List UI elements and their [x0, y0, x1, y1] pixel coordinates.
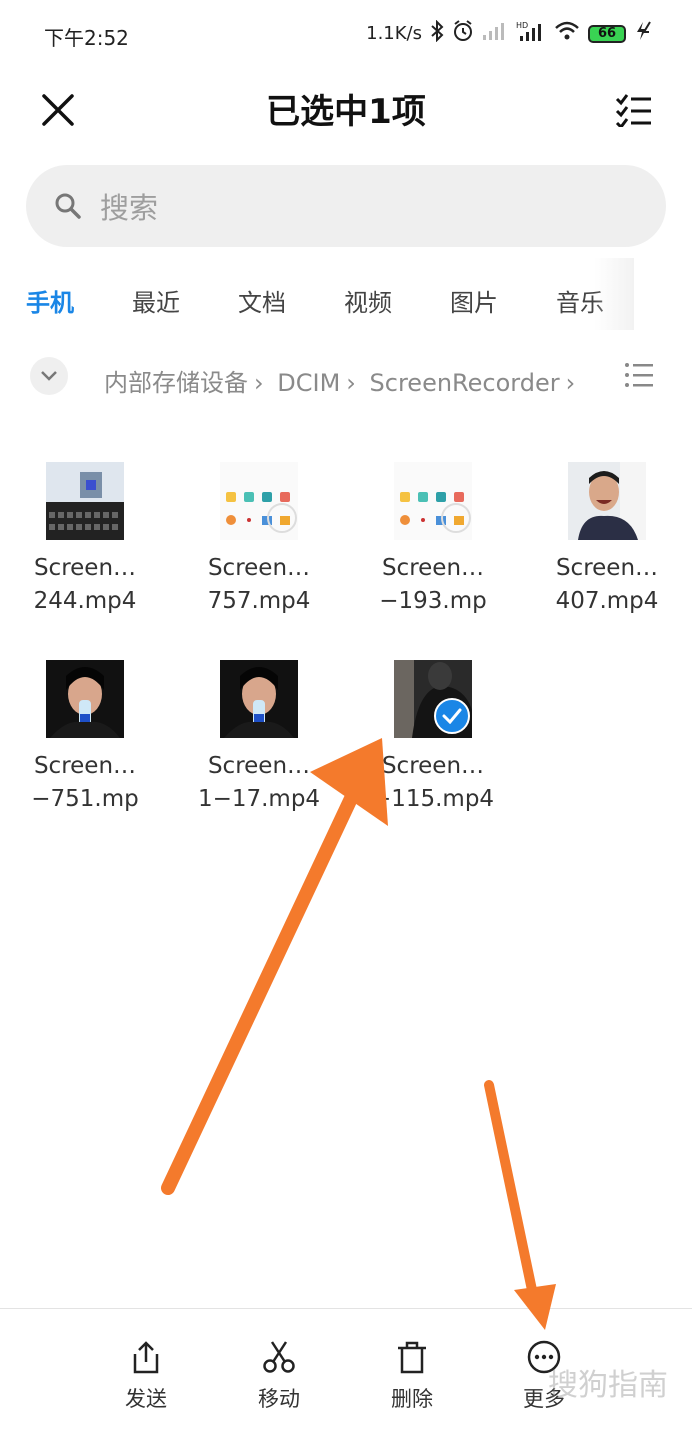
file-name: Screen… [33, 555, 137, 581]
file-item[interactable]: Screen… 1−17.mp4 [184, 660, 334, 816]
delete-button[interactable]: 删除 [367, 1337, 457, 1413]
breadcrumb-item[interactable]: 内部存储设备 [104, 369, 248, 397]
breadcrumb-path: 内部存储设备 › DCIM › ScreenRecorder › [104, 363, 594, 398]
file-name-suffix: 1−17.mp4 [197, 786, 321, 812]
chevron-right-icon: › [254, 369, 264, 397]
share-icon [126, 1337, 166, 1377]
status-icons: 1.1K/s HD 66 [366, 19, 654, 47]
file-name-suffix: 757.mp4 [207, 588, 311, 614]
bluetooth-icon [430, 19, 444, 47]
video-thumbnail [220, 462, 298, 540]
tab-images[interactable]: 图片 [450, 283, 498, 318]
trash-icon [392, 1337, 432, 1377]
file-name: Screen… [207, 555, 311, 581]
breadcrumb: 内部存储设备 › DCIM › ScreenRecorder › [0, 355, 692, 401]
video-thumbnail [568, 462, 646, 540]
video-thumbnail [46, 660, 124, 738]
battery-icon: 66 [588, 24, 626, 43]
selected-check-icon [434, 698, 470, 734]
delete-label: 删除 [391, 1387, 433, 1411]
chevron-right-icon: › [346, 369, 356, 397]
file-name-suffix: −193.mp [379, 588, 487, 614]
net-speed: 1.1K/s [366, 23, 422, 44]
move-label: 移动 [258, 1387, 300, 1411]
charging-icon [634, 21, 654, 46]
file-name-suffix: −115.mp4 [371, 786, 495, 812]
file-name-suffix: −751.mp [31, 786, 139, 812]
file-item[interactable]: Screen… 407.mp4 [532, 462, 682, 618]
category-tabs: 手机 最近 文档 视频 图片 音乐 [0, 275, 692, 323]
tab-videos[interactable]: 视频 [344, 283, 392, 318]
wifi-icon [554, 21, 580, 46]
svg-text:HD: HD [516, 21, 528, 30]
select-all-button[interactable] [612, 88, 656, 132]
signal-icon [482, 21, 508, 46]
tab-recent[interactable]: 最近 [132, 283, 180, 318]
file-name: Screen… [33, 753, 137, 779]
tab-phone[interactable]: 手机 [26, 283, 74, 318]
search-input[interactable]: 搜索 [100, 185, 158, 227]
breadcrumb-expand-button[interactable] [30, 357, 68, 395]
video-thumbnail [394, 660, 472, 738]
arrow-to-more-button [484, 1080, 556, 1330]
page-title: 已选中1项 [266, 92, 426, 132]
tab-documents[interactable]: 文档 [238, 283, 286, 318]
file-item-selected[interactable]: Screen… −115.mp4 [358, 660, 508, 816]
send-button[interactable]: 发送 [101, 1337, 191, 1413]
breadcrumb-item[interactable]: ScreenRecorder [370, 369, 560, 397]
status-time: 下午2:52 [44, 26, 129, 50]
chevron-right-icon: › [565, 369, 576, 397]
file-item[interactable]: Screen… 244.mp4 [10, 462, 160, 618]
watermark: 搜狗指南 [548, 1368, 668, 1403]
file-name: Screen… [555, 555, 659, 581]
file-item[interactable]: Screen… −193.mp [358, 462, 508, 618]
video-thumbnail [46, 462, 124, 540]
send-label: 发送 [125, 1387, 167, 1411]
file-item[interactable]: Screen… −751.mp [10, 660, 160, 816]
scissors-icon [259, 1337, 299, 1377]
alarm-icon [452, 20, 474, 47]
file-name-suffix: 244.mp4 [33, 588, 137, 614]
search-bar[interactable]: 搜索 [26, 165, 666, 247]
file-name-suffix: 407.mp4 [555, 588, 659, 614]
checklist-icon [615, 94, 651, 127]
video-thumbnail [220, 660, 298, 738]
list-view-button[interactable] [624, 361, 654, 391]
file-name: Screen… [381, 753, 485, 779]
selection-header: 已选中1项 [0, 70, 692, 150]
move-button[interactable]: 移动 [234, 1337, 324, 1413]
video-thumbnail [394, 462, 472, 540]
status-bar: 下午2:52 1.1K/s HD 66 [0, 0, 692, 70]
file-name: Screen… [381, 555, 485, 581]
breadcrumb-item[interactable]: DCIM [277, 369, 340, 397]
file-name: Screen… [207, 753, 311, 779]
search-icon [52, 190, 84, 222]
chevron-down-icon [41, 371, 57, 381]
hd-signal-icon: HD [516, 20, 546, 47]
list-view-icon [625, 363, 653, 387]
tabs-scroll-fade [594, 258, 634, 330]
file-item[interactable]: Screen… 757.mp4 [184, 462, 334, 618]
